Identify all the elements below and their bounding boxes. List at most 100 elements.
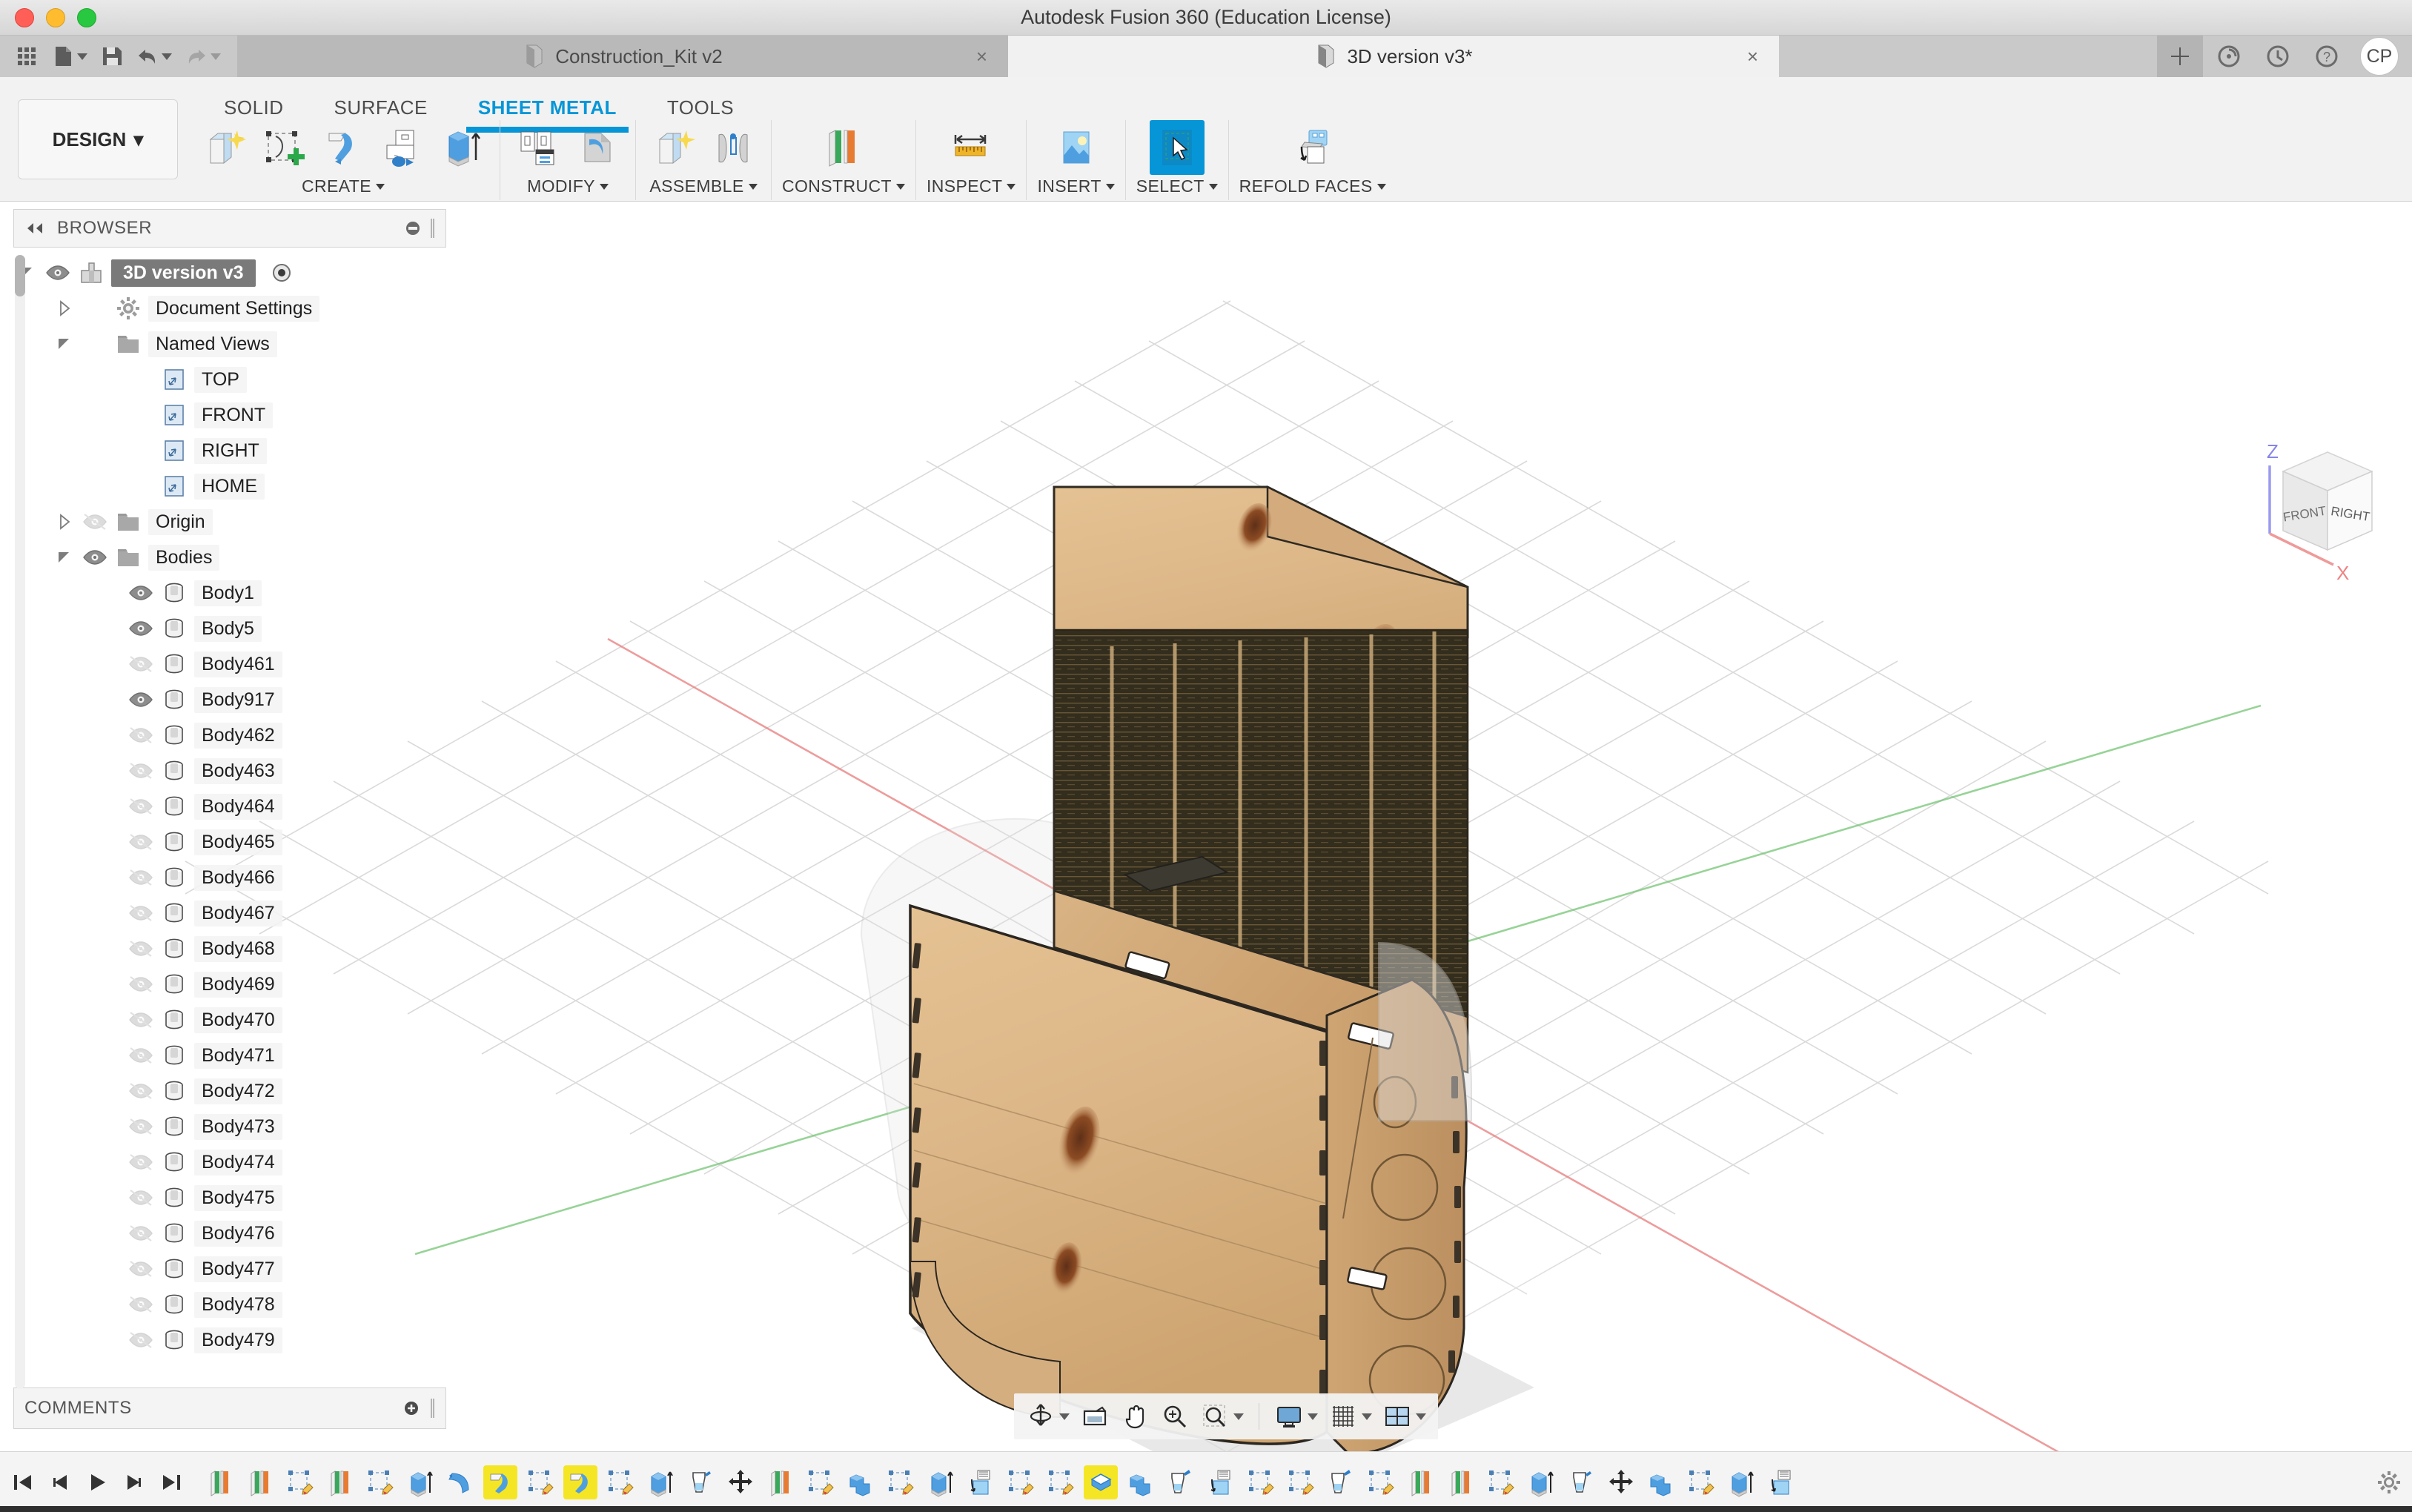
convert-to-sheet-metal-icon[interactable] [570, 120, 625, 175]
visibility-off-icon[interactable] [127, 868, 154, 887]
move-feature[interactable] [723, 1465, 758, 1499]
browser-node-body463[interactable]: Body463 [13, 753, 446, 789]
panel-label-construct[interactable]: CONSTRUCT [782, 176, 905, 196]
display-settings-icon[interactable] [1274, 1402, 1318, 1431]
sketch-feature[interactable] [1284, 1465, 1318, 1499]
extrude-icon[interactable] [434, 120, 489, 175]
save-icon[interactable] [101, 45, 123, 67]
visibility-off-icon[interactable] [127, 903, 154, 923]
offset-plane-icon[interactable] [816, 120, 871, 175]
visibility-off-icon[interactable] [127, 1153, 154, 1172]
new-file-icon[interactable] [52, 45, 87, 67]
unfold-icon[interactable] [375, 120, 430, 175]
browser-node-body1[interactable]: Body1 [13, 575, 446, 611]
extrude-feature[interactable] [1724, 1465, 1758, 1499]
browser-node-body462[interactable]: Body462 [13, 717, 446, 753]
refold-feature[interactable] [1164, 1465, 1198, 1499]
browser-node-origin[interactable]: Origin [13, 504, 446, 540]
extrude-feature[interactable] [403, 1465, 437, 1499]
panel-label-create[interactable]: CREATE [302, 176, 385, 196]
document-tab-construction-kit[interactable]: Construction_Kit v2 × [237, 36, 1008, 77]
visibility-off-icon[interactable] [127, 1117, 154, 1136]
visibility-on-icon[interactable] [127, 690, 154, 709]
zoom-window-icon[interactable] [1200, 1402, 1244, 1431]
browser-node-right[interactable]: RIGHT [13, 433, 446, 468]
offset-plane-feature[interactable] [323, 1465, 357, 1499]
thread-feature[interactable] [1564, 1465, 1598, 1499]
visibility-off-icon[interactable] [127, 726, 154, 745]
sketch-feature[interactable] [1684, 1465, 1718, 1499]
browser-node-body470[interactable]: Body470 [13, 1002, 446, 1038]
visibility-on-icon[interactable] [127, 583, 154, 603]
minimize-icon[interactable] [404, 219, 422, 237]
undo-icon[interactable] [136, 45, 172, 67]
visibility-off-icon[interactable] [82, 512, 108, 531]
step-forward-button[interactable] [122, 1470, 147, 1495]
browser-node-body467[interactable]: Body467 [13, 895, 446, 931]
unfold-feature[interactable] [1204, 1465, 1238, 1499]
visibility-off-icon[interactable] [127, 1330, 154, 1350]
combine-feature[interactable] [844, 1465, 878, 1499]
window-select-icon[interactable] [1149, 120, 1205, 175]
collapse-arrow-icon[interactable] [55, 548, 74, 567]
extrude-feature[interactable] [1524, 1465, 1558, 1499]
new-component-icon[interactable] [646, 120, 701, 175]
offset-plane-feature[interactable] [243, 1465, 277, 1499]
timeline-settings-gear-icon[interactable] [2362, 1470, 2402, 1495]
sketch-feature[interactable] [363, 1465, 397, 1499]
refold-feature[interactable] [1324, 1465, 1358, 1499]
sketch-feature[interactable] [1044, 1465, 1078, 1499]
browser-node-body466[interactable]: Body466 [13, 860, 446, 895]
extrude-feature[interactable] [924, 1465, 958, 1499]
browser-node-named-views[interactable]: Named Views [13, 326, 446, 362]
move-feature[interactable] [1604, 1465, 1638, 1499]
grid-snaps-icon[interactable] [1328, 1402, 1372, 1431]
close-tab-icon[interactable]: × [976, 45, 987, 68]
shell-feature[interactable] [1084, 1465, 1118, 1499]
thread-feature[interactable] [683, 1465, 718, 1499]
extrude-feature[interactable] [643, 1465, 677, 1499]
display-settings-caret-icon[interactable] [1308, 1413, 1318, 1420]
browser-node-body471[interactable]: Body471 [13, 1038, 446, 1073]
browser-node-top[interactable]: TOP [13, 362, 446, 397]
visibility-off-icon[interactable] [127, 1188, 154, 1207]
insert-image-icon[interactable] [1049, 120, 1104, 175]
new-tab-button[interactable] [2157, 36, 2203, 77]
browser-node-front[interactable]: FRONT [13, 397, 446, 433]
go-to-end-button[interactable] [159, 1470, 184, 1495]
double-chevron-left-icon[interactable] [24, 221, 45, 236]
visibility-off-icon[interactable] [127, 939, 154, 958]
sketch-feature[interactable] [283, 1465, 317, 1499]
browser-node-3d-version-v3[interactable]: 3D version v3 [13, 255, 446, 291]
panel-grip-icon[interactable] [429, 1399, 435, 1418]
redo-icon[interactable] [185, 45, 221, 67]
fillet-feature[interactable] [443, 1465, 477, 1499]
viewports-icon[interactable] [1382, 1402, 1426, 1431]
visibility-on-icon[interactable] [44, 263, 71, 282]
unfold-feature[interactable] [1764, 1465, 1798, 1499]
visibility-off-icon[interactable] [127, 975, 154, 994]
expand-arrow-icon[interactable] [55, 512, 74, 531]
unfold-feature[interactable] [964, 1465, 998, 1499]
timeline-features[interactable] [203, 1465, 2362, 1499]
visibility-off-icon[interactable] [127, 1046, 154, 1065]
redo-caret-icon[interactable] [211, 53, 221, 60]
visibility-off-icon[interactable] [127, 1010, 154, 1029]
browser-node-body479[interactable]: Body479 [13, 1322, 446, 1358]
browser-node-body5[interactable]: Body5 [13, 611, 446, 646]
sketch-feature[interactable] [1244, 1465, 1278, 1499]
collapse-arrow-icon[interactable] [55, 334, 74, 354]
browser-scrollbar-track[interactable] [15, 255, 25, 1389]
visibility-off-icon[interactable] [127, 654, 154, 674]
mirror-feature[interactable] [763, 1465, 798, 1499]
browser-node-body461[interactable]: Body461 [13, 646, 446, 682]
flange-feature[interactable] [563, 1465, 597, 1499]
panel-label-modify[interactable]: MODIFY [527, 176, 609, 196]
combine-feature[interactable] [1644, 1465, 1678, 1499]
zoom-window-caret-icon[interactable] [1233, 1413, 1244, 1420]
offset-plane-feature[interactable] [203, 1465, 237, 1499]
step-back-button[interactable] [47, 1470, 73, 1495]
zoom-icon[interactable] [1160, 1402, 1190, 1431]
browser-node-document-settings[interactable]: Document Settings [13, 291, 446, 326]
flange-icon[interactable] [316, 120, 371, 175]
